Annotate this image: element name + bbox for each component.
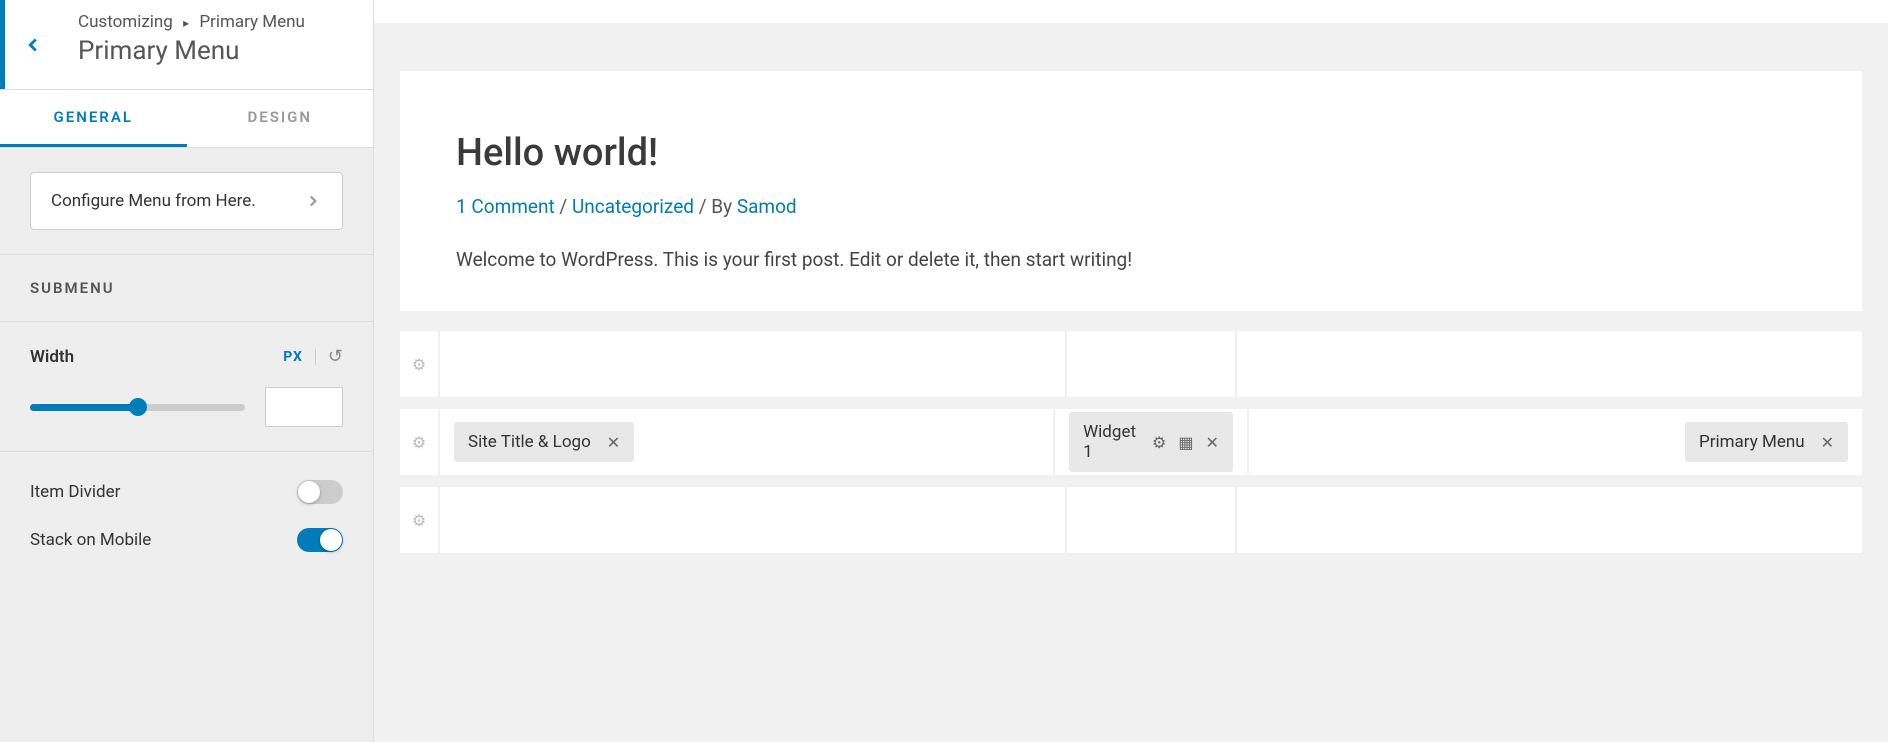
panel-title: Primary Menu xyxy=(78,36,305,66)
configure-menu-button[interactable]: Configure Menu from Here. xyxy=(30,172,343,230)
builder-cell[interactable] xyxy=(1067,487,1235,553)
item-divider-toggle[interactable] xyxy=(297,480,343,504)
close-icon[interactable]: ✕ xyxy=(1821,433,1834,452)
builder-cell[interactable]: Widget 1 ⚙ ▦ ✕ xyxy=(1055,409,1247,475)
post-body: Welcome to WordPress. This is your first… xyxy=(456,248,1806,271)
width-label: Width xyxy=(30,347,74,367)
builder-cell[interactable] xyxy=(1237,331,1862,397)
toggles-section: Item Divider Stack on Mobile xyxy=(0,452,373,564)
builder-cell[interactable] xyxy=(440,331,1065,397)
stack-on-mobile-toggle[interactable] xyxy=(297,528,343,552)
builder-cell[interactable]: Primary Menu ✕ xyxy=(1249,409,1862,475)
submenu-section: SUBMENU xyxy=(0,255,373,322)
customizer-sidebar: Customizing ▸ Primary Menu Primary Menu … xyxy=(0,0,374,742)
breadcrumb-root: Customizing xyxy=(78,12,173,32)
chevron-right-icon: ▸ xyxy=(183,16,189,30)
close-icon[interactable]: ✕ xyxy=(1206,433,1219,452)
gear-icon[interactable]: ⚙ xyxy=(400,487,438,553)
comments-link[interactable]: 1 Comment xyxy=(456,195,555,218)
stack-on-mobile-label: Stack on Mobile xyxy=(30,530,151,550)
breadcrumb-section: Primary Menu xyxy=(199,12,305,32)
item-divider-label: Item Divider xyxy=(30,482,120,502)
post-card: Hello world! 1 Comment / Uncategorized /… xyxy=(400,71,1862,311)
meta-by: / By xyxy=(699,195,737,218)
chip-primary-menu[interactable]: Primary Menu ✕ xyxy=(1685,422,1848,462)
sidebar-header: Customizing ▸ Primary Menu Primary Menu xyxy=(0,0,373,90)
width-slider[interactable] xyxy=(30,404,245,411)
post-title-link[interactable]: Hello world! xyxy=(456,131,658,175)
unit-px-button[interactable]: PX xyxy=(283,349,316,365)
chip-label: Primary Menu xyxy=(1699,432,1805,452)
breadcrumb: Customizing ▸ Primary Menu Primary Menu xyxy=(60,0,305,89)
tab-general[interactable]: GENERAL xyxy=(0,90,187,147)
grid-icon[interactable]: ▦ xyxy=(1178,433,1193,452)
tab-design[interactable]: DESIGN xyxy=(187,90,374,147)
builder-cell[interactable] xyxy=(1067,331,1235,397)
width-section: Width PX ↺ xyxy=(0,322,373,452)
builder-cell[interactable]: Site Title & Logo ✕ xyxy=(440,409,1053,475)
toggle-knob xyxy=(298,481,320,503)
configure-label: Configure Menu from Here. xyxy=(51,191,256,211)
chip-widget-1[interactable]: Widget 1 ⚙ ▦ ✕ xyxy=(1069,412,1233,472)
tabs: GENERAL DESIGN xyxy=(0,90,373,148)
builder-cell[interactable] xyxy=(1237,487,1862,553)
chip-label: Site Title & Logo xyxy=(468,432,591,452)
chevron-right-icon xyxy=(304,192,322,210)
toggle-knob xyxy=(320,529,342,551)
meta-sep: / xyxy=(559,195,572,218)
builder-row-middle: ⚙ Site Title & Logo ✕ Widget 1 ⚙ ▦ ✕ xyxy=(400,409,1862,475)
chip-site-title-logo[interactable]: Site Title & Logo ✕ xyxy=(454,422,634,462)
gear-icon[interactable]: ⚙ xyxy=(1152,433,1166,452)
chip-label: Widget 1 xyxy=(1083,422,1136,462)
gear-icon[interactable]: ⚙ xyxy=(400,331,438,397)
builder-row-bottom: ⚙ xyxy=(400,487,1862,553)
back-button[interactable] xyxy=(0,0,60,89)
width-input[interactable] xyxy=(265,387,343,427)
submenu-label: SUBMENU xyxy=(30,279,343,297)
preview-pane: 01nethosting.com Hello world! 1 Comment … xyxy=(374,0,1888,742)
header-builder: ⚙ ⚙ Site Title & Logo ✕ Widget 1 ⚙ ▦ xyxy=(400,331,1862,565)
post-title: Hello world! xyxy=(456,131,1806,175)
close-icon[interactable]: ✕ xyxy=(607,433,620,452)
builder-row-top: ⚙ xyxy=(400,331,1862,397)
slider-fill xyxy=(30,404,138,411)
post-meta: 1 Comment / Uncategorized / By Samod xyxy=(456,195,1806,218)
reset-icon[interactable]: ↺ xyxy=(328,346,343,367)
slider-thumb[interactable] xyxy=(129,398,147,416)
configure-section: Configure Menu from Here. xyxy=(0,148,373,255)
gear-icon[interactable]: ⚙ xyxy=(400,409,438,475)
builder-cell[interactable] xyxy=(440,487,1065,553)
category-link[interactable]: Uncategorized xyxy=(572,195,694,218)
chevron-left-icon xyxy=(22,34,44,56)
site-header: 01nethosting.com xyxy=(374,0,1888,23)
author-link[interactable]: Samod xyxy=(737,195,797,218)
